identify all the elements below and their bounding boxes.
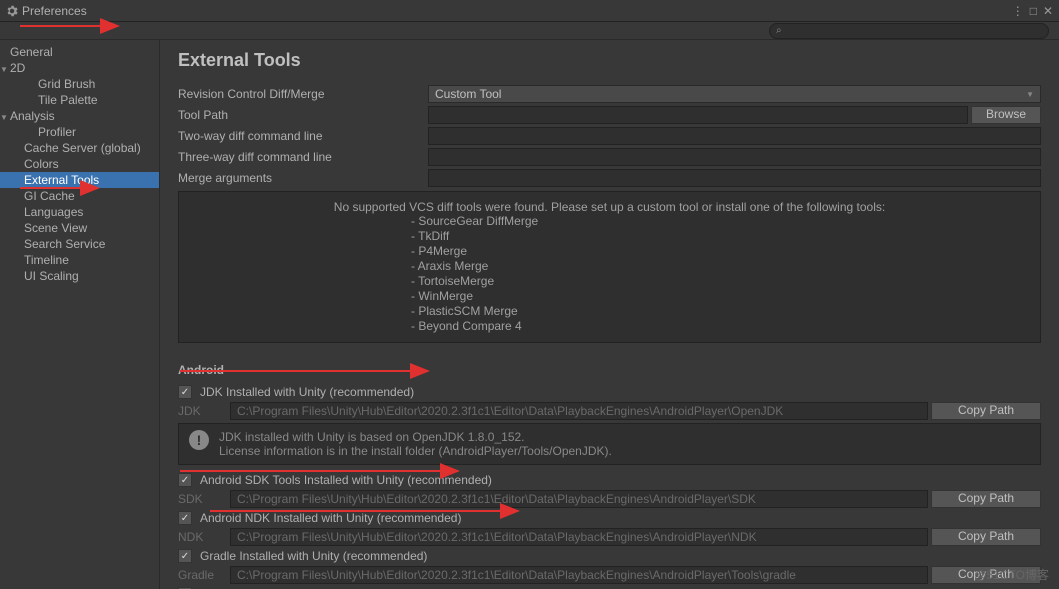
info-icon: !	[189, 430, 209, 450]
sidebar-item-label: UI Scaling	[24, 269, 79, 283]
sidebar-item-languages[interactable]: Languages	[0, 204, 159, 220]
search-input[interactable]: ⌕	[769, 23, 1049, 39]
sidebar-item-ui-scaling[interactable]: UI Scaling	[0, 268, 159, 284]
sidebar-item-label: Colors	[24, 157, 59, 171]
sdk-check-label: Android SDK Tools Installed with Unity (…	[200, 473, 492, 487]
mergeargs-label: Merge arguments	[178, 171, 428, 185]
twoway-label: Two-way diff command line	[178, 129, 428, 143]
gradle-check-label: Gradle Installed with Unity (recommended…	[200, 549, 427, 563]
expand-icon: ▼	[0, 111, 8, 125]
sidebar-item-label: Analysis	[10, 109, 55, 123]
browse-button[interactable]: Browse	[971, 106, 1041, 124]
jdk-path: C:\Program Files\Unity\Hub\Editor\2020.2…	[230, 402, 928, 420]
toolbar: ⌕	[0, 22, 1059, 40]
titlebar: Preferences ⋮ □ ✕	[0, 0, 1059, 22]
sidebar-item-label: 2D	[10, 61, 25, 75]
tool-list-item: - Beyond Compare 4	[411, 319, 1028, 334]
ndk-check-label: Android NDK Installed with Unity (recomm…	[200, 511, 461, 525]
sdk-label: SDK	[178, 492, 230, 506]
tool-list-item: - WinMerge	[411, 289, 1028, 304]
jdk-check-label: JDK Installed with Unity (recommended)	[200, 385, 414, 399]
sidebar-item-timeline[interactable]: Timeline	[0, 252, 159, 268]
sidebar-item-colors[interactable]: Colors	[0, 156, 159, 172]
jdk-copy-button[interactable]: Copy Path	[931, 402, 1041, 420]
toolpath-label: Tool Path	[178, 108, 428, 122]
sidebar-item-grid-brush[interactable]: Grid Brush	[0, 76, 159, 92]
tool-list-item: - Araxis Merge	[411, 259, 1028, 274]
note-line2: License information is in the install fo…	[219, 444, 612, 458]
ndk-path: C:\Program Files\Unity\Hub\Editor\2020.2…	[230, 528, 928, 546]
sdk-path: C:\Program Files\Unity\Hub\Editor\2020.2…	[230, 490, 928, 508]
mergeargs-input[interactable]	[428, 169, 1041, 187]
tool-list-item: - TkDiff	[411, 229, 1028, 244]
jdk-label: JDK	[178, 404, 230, 418]
watermark: @51CTO博客	[974, 566, 1049, 583]
sidebar-item-label: Grid Brush	[38, 77, 95, 91]
note-line1: JDK installed with Unity is based on Ope…	[219, 430, 612, 444]
ndk-copy-button[interactable]: Copy Path	[931, 528, 1041, 546]
tool-list-item: - TortoiseMerge	[411, 274, 1028, 289]
sidebar: General▼2DGrid BrushTile Palette▼Analysi…	[0, 40, 160, 589]
threeway-input[interactable]	[428, 148, 1041, 166]
sidebar-item-label: Cache Server (global)	[24, 141, 141, 155]
gradle-path: C:\Program Files\Unity\Hub\Editor\2020.2…	[230, 566, 928, 584]
expand-icon: ▼	[0, 63, 8, 77]
ndk-checkbox[interactable]: ✓	[178, 511, 192, 525]
sidebar-item-external-tools[interactable]: External Tools	[0, 172, 159, 188]
sidebar-item-analysis[interactable]: ▼Analysis	[0, 108, 159, 124]
vcs-info-box: No supported VCS diff tools were found. …	[178, 191, 1041, 343]
sdk-checkbox[interactable]: ✓	[178, 473, 192, 487]
sidebar-item-cache-server-global-[interactable]: Cache Server (global)	[0, 140, 159, 156]
android-header: Android	[178, 363, 1041, 377]
sidebar-item-label: Tile Palette	[38, 93, 98, 107]
jdk-checkbox[interactable]: ✓	[178, 385, 192, 399]
gradle-checkbox[interactable]: ✓	[178, 549, 192, 563]
twoway-input[interactable]	[428, 127, 1041, 145]
menu-icon[interactable]: ⋮	[1012, 4, 1024, 18]
search-icon: ⌕	[776, 25, 782, 36]
window-title: Preferences	[22, 4, 87, 18]
close-icon[interactable]: ✕	[1043, 4, 1053, 18]
tool-list-item: - SourceGear DiffMerge	[411, 214, 1028, 229]
revision-dropdown[interactable]: Custom Tool ▼	[428, 85, 1041, 103]
sidebar-item-label: General	[10, 45, 53, 59]
info-header: No supported VCS diff tools were found. …	[191, 200, 1028, 214]
sidebar-item-label: GI Cache	[24, 189, 75, 203]
content-panel: External Tools Revision Control Diff/Mer…	[160, 40, 1059, 589]
gradle-label: Gradle	[178, 568, 230, 582]
ndk-label: NDK	[178, 530, 230, 544]
jdk-note: ! JDK installed with Unity is based on O…	[178, 423, 1041, 465]
sidebar-item-label: Search Service	[24, 237, 105, 251]
threeway-label: Three-way diff command line	[178, 150, 428, 164]
sidebar-item-tile-palette[interactable]: Tile Palette	[0, 92, 159, 108]
tool-list-item: - P4Merge	[411, 244, 1028, 259]
sidebar-item-general[interactable]: General	[0, 44, 159, 60]
sidebar-item-label: Profiler	[38, 125, 76, 139]
toolpath-input[interactable]	[428, 106, 968, 124]
gear-icon	[6, 5, 18, 17]
chevron-down-icon: ▼	[1026, 90, 1034, 99]
sidebar-item-label: Timeline	[24, 253, 69, 267]
sidebar-item-label: Languages	[24, 205, 83, 219]
maximize-icon[interactable]: □	[1030, 4, 1037, 18]
dropdown-value: Custom Tool	[435, 87, 501, 101]
tool-list-item: - PlasticSCM Merge	[411, 304, 1028, 319]
sidebar-item-scene-view[interactable]: Scene View	[0, 220, 159, 236]
sidebar-item-label: External Tools	[24, 173, 99, 187]
sidebar-item-2d[interactable]: ▼2D	[0, 60, 159, 76]
sidebar-item-gi-cache[interactable]: GI Cache	[0, 188, 159, 204]
sidebar-item-search-service[interactable]: Search Service	[0, 236, 159, 252]
page-title: External Tools	[178, 50, 1041, 71]
sidebar-item-profiler[interactable]: Profiler	[0, 124, 159, 140]
revision-label: Revision Control Diff/Merge	[178, 87, 428, 101]
sidebar-item-label: Scene View	[24, 221, 87, 235]
sdk-copy-button[interactable]: Copy Path	[931, 490, 1041, 508]
